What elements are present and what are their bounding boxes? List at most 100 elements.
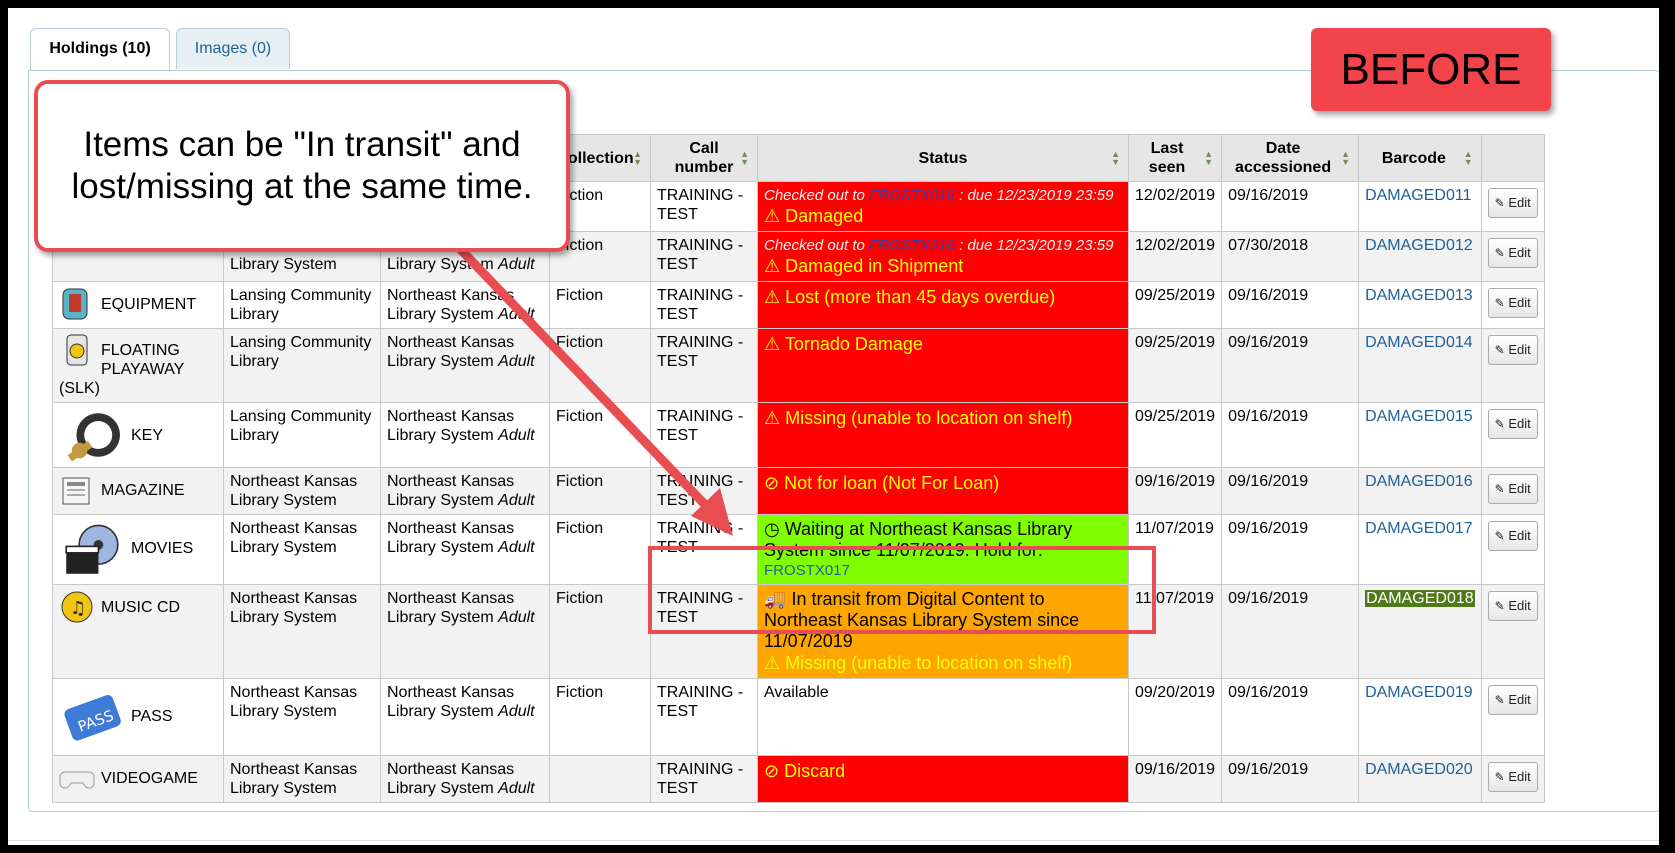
current-library: Northeast Kansas Library System (387, 684, 515, 720)
item-type-cell: KEY (52, 402, 224, 468)
warning-icon: ⚠ (764, 206, 781, 226)
collection-suffix: Adult (498, 256, 535, 273)
col-call-number[interactable]: Call number ▲ ▼ (650, 134, 758, 182)
barcode-link[interactable]: DAMAGED013 (1365, 287, 1473, 304)
col-barcode[interactable]: Barcode ▲ ▼ (1358, 134, 1482, 182)
screenshot-frame: Holdings (10) Images (0) Collection ▲ ▼ Ca… (8, 8, 1659, 845)
barcode-link[interactable]: DAMAGED016 (1365, 473, 1473, 490)
barcode-link[interactable]: DAMAGED015 (1365, 408, 1473, 425)
last-seen-cell: 09/25/2019 (1127, 281, 1223, 329)
edit-button[interactable]: ✎ Edit (1487, 762, 1538, 792)
collection-cell: Fiction (549, 281, 651, 329)
home-library-cell: Northeast Kansas Library System (223, 584, 381, 679)
actions-cell: ✎ Edit (1480, 231, 1545, 282)
barcode-cell: DAMAGED020 (1358, 755, 1482, 803)
checkout-info: Checked out to FROSTX016 : due 12/23/201… (764, 236, 1122, 255)
barcode-cell: DAMAGED018 (1358, 584, 1482, 679)
home-library-cell: Northeast Kansas Library System (223, 467, 381, 515)
tab-holdings[interactable]: Holdings (10) (30, 28, 170, 72)
pencil-icon: ✎ (1494, 296, 1505, 310)
call-number-cell: TRAINING - TEST (650, 181, 758, 232)
current-library-cell: Northeast Kansas Library System Adult (380, 755, 550, 803)
pencil-icon: ✎ (1494, 196, 1505, 210)
home-library-cell: Lansing Community Library (223, 402, 381, 468)
status-text: Missing (unable to location on shelf) (785, 408, 1073, 428)
last-seen-cell: 09/25/2019 (1127, 402, 1223, 468)
collection-cell: Fiction (549, 514, 651, 585)
current-library: Northeast Kansas Library System (387, 590, 515, 626)
warning-icon: ⚠ (764, 256, 781, 276)
date-accessioned-cell: 09/16/2019 (1221, 467, 1360, 515)
barcode-link[interactable]: DAMAGED019 (1365, 684, 1473, 701)
call-number-cell: TRAINING - TEST (650, 231, 758, 282)
col-date-accessioned[interactable]: Date accessioned ▲ ▼ (1221, 134, 1360, 182)
actions-cell: ✎ Edit (1480, 755, 1545, 803)
home-library-cell: Northeast Kansas Library System (223, 678, 381, 756)
edit-button[interactable]: ✎ Edit (1487, 685, 1538, 715)
sort-icon: ▲ ▼ (1463, 149, 1473, 167)
pencil-icon: ✎ (1494, 599, 1505, 613)
edit-button[interactable]: ✎ Edit (1487, 335, 1538, 365)
item-type-cell: MOVIES (52, 514, 224, 585)
date-accessioned-cell: 09/16/2019 (1221, 281, 1360, 329)
call-number-cell: TRAINING - TEST (650, 281, 758, 329)
collection-suffix: Adult (498, 609, 535, 626)
edit-button[interactable]: ✎ Edit (1487, 238, 1538, 268)
barcode-cell: DAMAGED015 (1358, 402, 1482, 468)
sort-icon: ▲ ▼ (740, 149, 749, 167)
patron-link[interactable]: FROSTX016 (869, 187, 955, 204)
barcode-cell: DAMAGED017 (1358, 514, 1482, 585)
edit-button[interactable]: ✎ Edit (1487, 288, 1538, 318)
warning-icon: ⚠ (764, 653, 781, 673)
edit-button[interactable]: ✎ Edit (1487, 188, 1538, 218)
table-row: PASS PASS Northeast Kansas Library System… (52, 678, 1545, 756)
item-type-label: MAGAZINE (101, 481, 185, 499)
edit-button[interactable]: ✎ Edit (1487, 474, 1538, 504)
home-library: Library System (230, 256, 337, 273)
col-last-seen[interactable]: Last seen ▲ ▼ (1127, 134, 1223, 182)
col-status[interactable]: Status ▲ ▼ (757, 134, 1129, 182)
status-cell: ⚠ Missing (unable to location on shelf) (757, 402, 1129, 468)
magazine-icon (62, 477, 90, 505)
status-cell: Checked out to FROSTX016 : due 12/23/201… (757, 181, 1129, 232)
collection-suffix: Adult (498, 353, 535, 370)
barcode-cell: DAMAGED016 (1358, 467, 1482, 515)
barcode-link[interactable]: DAMAGED012 (1365, 237, 1473, 254)
edit-button[interactable]: ✎ Edit (1487, 591, 1538, 621)
edit-label: Edit (1508, 195, 1531, 210)
barcode-link[interactable]: DAMAGED017 (1365, 520, 1473, 537)
patron-link[interactable]: FROSTX016 (869, 237, 955, 254)
current-library-cell: Northeast Kansas Library System Adult (380, 328, 550, 403)
checkout-prefix: Checked out to (764, 237, 870, 254)
status-text: Tornado Damage (784, 334, 923, 354)
collection-cell (549, 755, 651, 803)
item-type-label: EQUIPMENT (101, 295, 197, 313)
tab-images[interactable]: Images (0) (176, 28, 290, 69)
movies-icon (65, 524, 119, 574)
status-cell: Checked out to FROSTX016 : due 12/23/201… (757, 231, 1129, 282)
barcode-link[interactable]: DAMAGED014 (1365, 334, 1473, 351)
col-last-seen-label: Last seen (1148, 140, 1186, 176)
barcode-link[interactable]: DAMAGED020 (1365, 761, 1473, 778)
collection-cell: Fiction (549, 402, 651, 468)
edit-label: Edit (1508, 295, 1531, 310)
date-accessioned-cell: 09/16/2019 (1221, 584, 1360, 679)
barcode-cell: DAMAGED012 (1358, 231, 1482, 282)
barcode-link[interactable]: DAMAGED018 (1365, 590, 1475, 607)
warning-icon: ⚠ (764, 334, 781, 354)
edit-button[interactable]: ✎ Edit (1487, 521, 1538, 551)
date-accessioned-cell: 09/16/2019 (1221, 514, 1360, 585)
last-seen-cell: 12/02/2019 (1127, 231, 1223, 282)
table-row: FLOATING PLAYAWAY (SLK) Lansing Communit… (52, 328, 1545, 403)
edit-button[interactable]: ✎ Edit (1487, 409, 1538, 439)
sort-icon: ▲ ▼ (1341, 149, 1351, 167)
home-library-cell: Northeast Kansas Library System (223, 755, 381, 803)
pencil-icon: ✎ (1494, 246, 1505, 260)
status-text: Not for loan (Not For Loan) (784, 473, 1000, 493)
sort-icon: ▲ ▼ (633, 149, 642, 167)
current-library-cell: Northeast Kansas Library System Adult (380, 281, 550, 329)
status-cell: Available (757, 678, 1129, 756)
barcode-link[interactable]: DAMAGED011 (1365, 187, 1471, 204)
collection-cell: Fiction (549, 328, 651, 403)
item-type-label: KEY (131, 426, 164, 444)
